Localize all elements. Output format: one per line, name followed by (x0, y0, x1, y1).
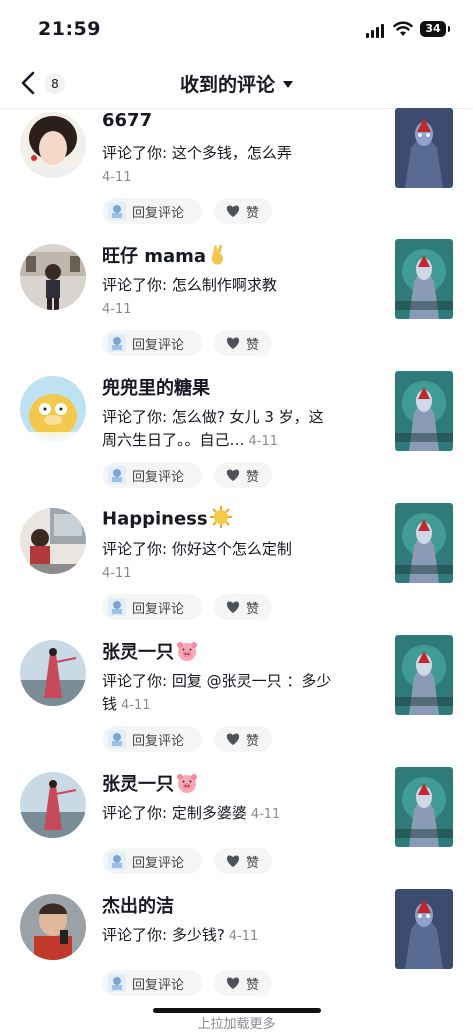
avatar[interactable] (20, 508, 86, 574)
comment-date: 4-11 (102, 302, 132, 317)
reply-comment-button[interactable]: 回复评论 (102, 726, 202, 752)
comment-date: 4-11 (121, 698, 151, 713)
sticker-icon (108, 852, 126, 870)
wifi-icon (393, 20, 413, 38)
heart-icon (226, 733, 240, 745)
video-thumbnail[interactable] (395, 767, 453, 847)
avatar[interactable] (20, 640, 86, 706)
video-thumbnail[interactable] (395, 889, 453, 969)
heart-icon (226, 205, 240, 217)
avatar[interactable] (20, 772, 86, 838)
comment-text: 评论了你: 怎么制作啊求教 4-11 (102, 276, 277, 317)
comment-item[interactable]: 杰出的洁 评论了你: 多少钱? 4-11 回复评论 赞 (0, 889, 473, 1020)
avatar[interactable] (20, 112, 86, 178)
comment-item[interactable]: Happiness 评论了你: 你好这个怎么定制 4-11 回复评论 赞 (0, 503, 473, 634)
reply-comment-button[interactable]: 回复评论 (102, 330, 202, 356)
reply-comment-button[interactable]: 回复评论 (102, 594, 202, 620)
avatar[interactable] (20, 244, 86, 310)
commenter-name[interactable]: 旺仔 mama (102, 242, 228, 271)
heart-icon (226, 855, 240, 867)
video-thumbnail[interactable] (395, 635, 453, 715)
comment-date: 4-11 (248, 434, 279, 449)
comment-date: 4-11 (102, 170, 132, 185)
reply-comment-button[interactable]: 回复评论 (102, 970, 202, 996)
heart-icon (226, 337, 240, 349)
sticker-icon (108, 974, 126, 992)
commenter-name[interactable]: Happiness (102, 506, 232, 533)
commenter-name[interactable]: 张灵一只 (102, 770, 198, 798)
comment-actions: 回复评论 赞 (102, 594, 382, 620)
sticker-icon (108, 730, 126, 748)
reply-comment-button[interactable]: 回复评论 (102, 198, 202, 224)
comment-text: 评论了你: 回复 @张灵一只 ：多少钱 4-11 (102, 672, 332, 713)
comment-text: 评论了你: 这个多钱，怎么弄 4-11 (102, 144, 292, 185)
title-dropdown[interactable]: 收到的评论 (0, 70, 473, 97)
sticker-icon (108, 202, 126, 220)
comment-text: 评论了你: 多少钱? 4-11 (102, 926, 259, 944)
heart-icon (226, 601, 240, 613)
commenter-name[interactable]: 兜兜里的糖果 (102, 374, 210, 400)
sun-emoji (209, 506, 232, 533)
like-button[interactable]: 赞 (214, 726, 272, 752)
comment-actions: 回复评论 赞 (102, 970, 382, 996)
reply-comment-button[interactable]: 回复评论 (102, 462, 202, 488)
status-time: 21:59 (38, 18, 101, 40)
commenter-name[interactable]: 张灵一只 (102, 638, 198, 666)
comment-list[interactable]: 6677 评论了你: 这个多钱，怎么弄 4-11 回复评论 赞 旺仔 mama 评… (0, 108, 473, 1024)
like-button[interactable]: 赞 (214, 848, 272, 874)
comment-item[interactable]: 兜兜里的糖果 评论了你: 怎么做? 女儿 3 岁，这周六生日了。。自己… 4-11… (0, 371, 473, 502)
sticker-icon (108, 466, 126, 484)
comment-item[interactable]: 张灵一只 评论了你: 回复 @张灵一只 ：多少钱 4-11 回复评论 赞 (0, 635, 473, 766)
comment-item[interactable]: 张灵一只 评论了你: 定制多婆婆 4-11 回复评论 赞 (0, 767, 473, 898)
comment-item[interactable]: 旺仔 mama 评论了你: 怎么制作啊求教 4-11 回复评论 赞 (0, 239, 473, 370)
comment-text: 评论了你: 你好这个怎么定制 4-11 (102, 540, 292, 581)
like-button[interactable]: 赞 (214, 594, 272, 620)
like-button[interactable]: 赞 (214, 462, 272, 488)
header: 8 收到的评论 (0, 58, 473, 109)
comment-date: 4-11 (228, 929, 259, 944)
comment-actions: 回复评论 赞 (102, 848, 382, 874)
commenter-name[interactable]: 6677 (102, 110, 152, 131)
pig-emoji (176, 641, 198, 666)
fingers-crossed-emoji (208, 244, 228, 271)
heart-icon (226, 977, 240, 989)
cellular-signal-icon (366, 24, 386, 38)
avatar[interactable] (20, 376, 86, 442)
comment-actions: 回复评论 赞 (102, 330, 382, 356)
home-indicator[interactable] (153, 1008, 321, 1013)
comment-text: 评论了你: 定制多婆婆 4-11 (102, 804, 281, 822)
comment-actions: 回复评论 赞 (102, 726, 382, 752)
avatar[interactable] (20, 894, 86, 960)
video-thumbnail[interactable] (395, 503, 453, 583)
video-thumbnail[interactable] (395, 371, 453, 451)
load-more-hint: 上拉加载更多 (197, 1017, 276, 1032)
page-title: 收到的评论 (179, 74, 275, 96)
pig-emoji (176, 773, 198, 798)
comment-actions: 回复评论 赞 (102, 462, 382, 488)
status-bar: 21:59 34 (0, 0, 473, 58)
caret-down-icon (283, 81, 293, 88)
heart-icon (226, 469, 240, 481)
reply-comment-button[interactable]: 回复评论 (102, 848, 202, 874)
sticker-icon (108, 598, 126, 616)
comment-item[interactable]: 6677 评论了你: 这个多钱，怎么弄 4-11 回复评论 赞 (0, 108, 473, 238)
sticker-icon (108, 334, 126, 352)
comment-date: 4-11 (102, 566, 132, 581)
video-thumbnail[interactable] (395, 239, 453, 319)
like-button[interactable]: 赞 (214, 970, 272, 996)
battery-icon: 34 (420, 21, 450, 37)
commenter-name[interactable]: 杰出的洁 (102, 892, 174, 918)
comment-actions: 回复评论 赞 (102, 198, 382, 224)
like-button[interactable]: 赞 (214, 198, 272, 224)
like-button[interactable]: 赞 (214, 330, 272, 356)
comment-date: 4-11 (250, 807, 281, 822)
comment-text: 评论了你: 怎么做? 女儿 3 岁，这周六生日了。。自己… 4-11 (102, 408, 324, 449)
video-thumbnail[interactable] (395, 108, 453, 188)
